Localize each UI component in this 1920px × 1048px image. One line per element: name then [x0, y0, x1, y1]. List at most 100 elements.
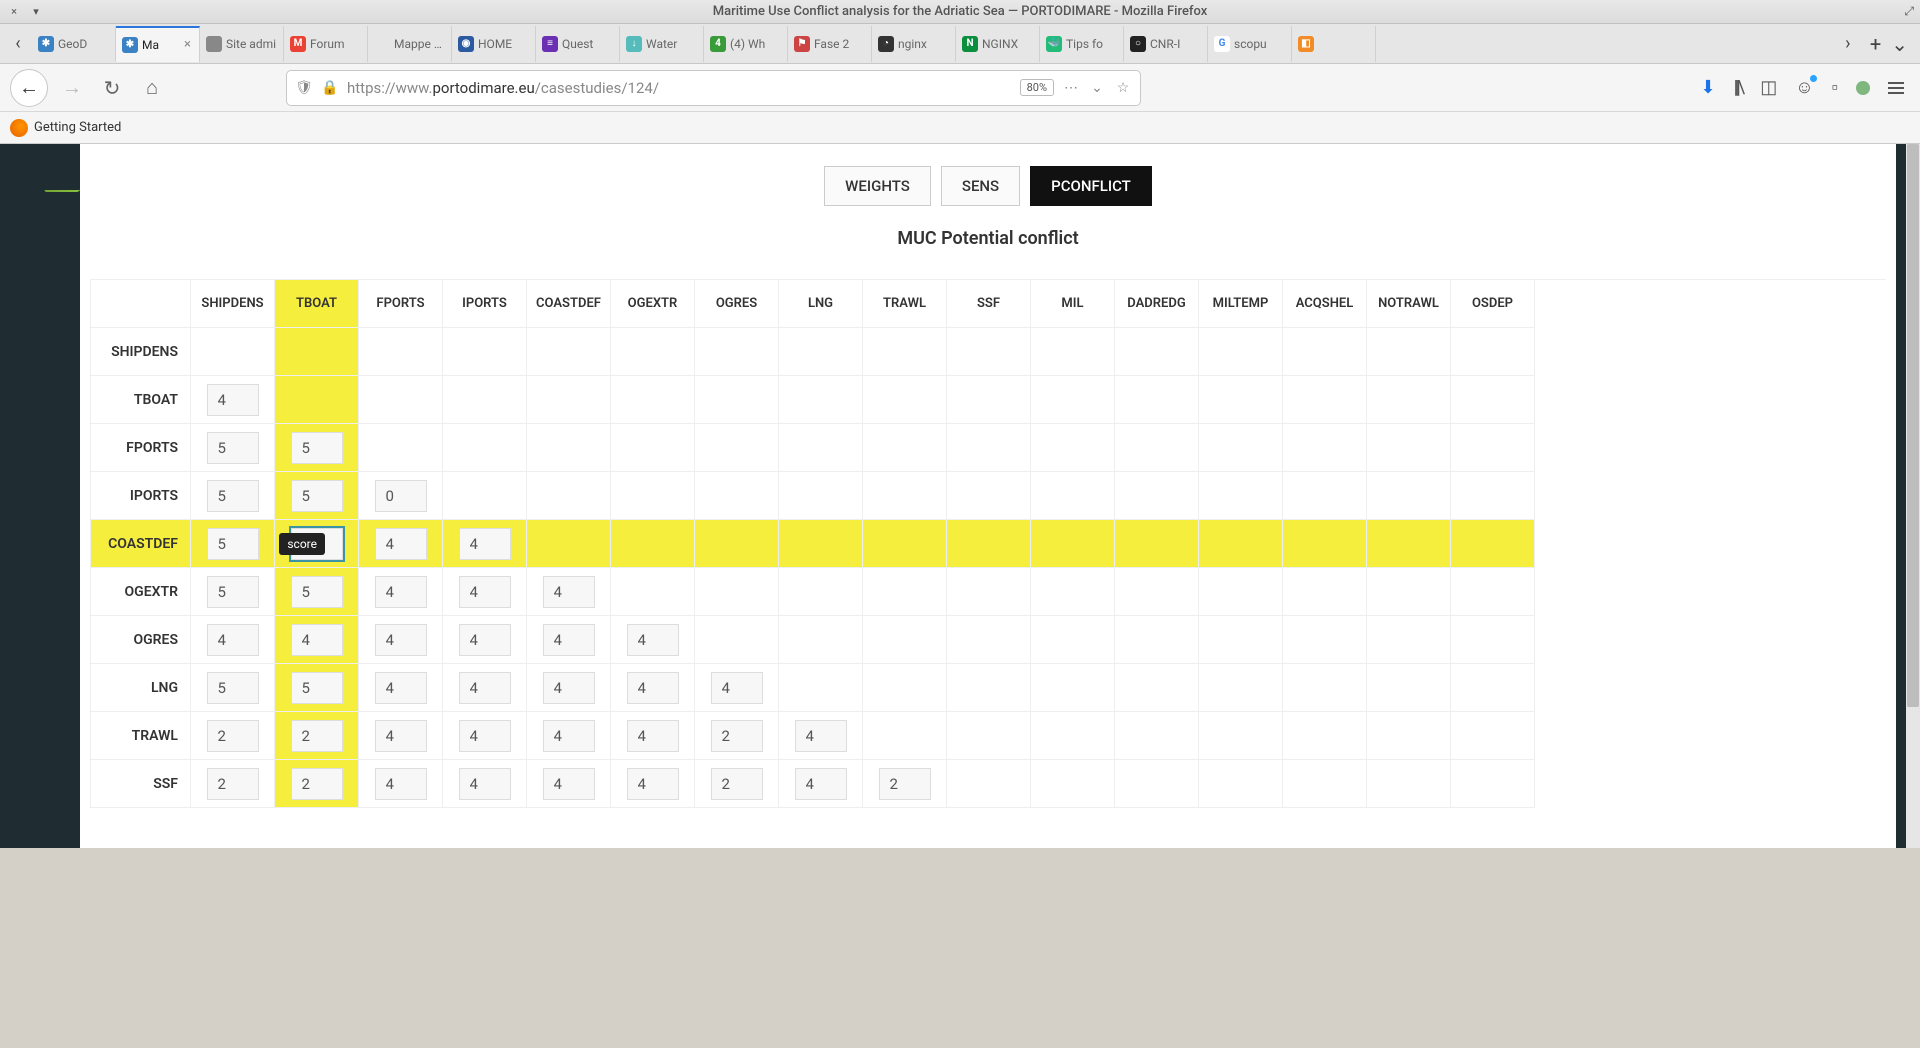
- matrix-score-input[interactable]: [459, 672, 511, 704]
- browser-tab[interactable]: 🐳Tips fo: [1040, 26, 1124, 62]
- matrix-score-input[interactable]: [375, 576, 427, 608]
- matrix-score-input[interactable]: [375, 528, 427, 560]
- browser-tab[interactable]: Gscopu: [1208, 26, 1292, 62]
- matrix-score-input[interactable]: [291, 624, 343, 656]
- matrix-score-input[interactable]: [459, 576, 511, 608]
- browser-tab[interactable]: ↓Water: [620, 26, 704, 62]
- matrix-score-input[interactable]: [207, 672, 259, 704]
- browser-tab[interactable]: ✱Ma×: [116, 26, 200, 62]
- matrix-cell: [1283, 568, 1367, 616]
- library-icon[interactable]: |||\: [1734, 77, 1743, 98]
- window-minimize-button[interactable]: ▾: [30, 6, 42, 18]
- matrix-score-input[interactable]: [879, 768, 931, 800]
- browser-tab[interactable]: ◧: [1292, 26, 1376, 62]
- matrix-score-input[interactable]: [627, 720, 679, 752]
- matrix-score-input[interactable]: [627, 672, 679, 704]
- matrix-score-input[interactable]: [291, 480, 343, 512]
- browser-tab[interactable]: ≡Quest: [536, 26, 620, 62]
- page-actions-icon[interactable]: ⋯: [1062, 79, 1080, 97]
- matrix-score-input[interactable]: [627, 768, 679, 800]
- matrix-cell: [1199, 328, 1283, 376]
- pocket-icon[interactable]: ⌄: [1088, 79, 1106, 97]
- bookmark-item[interactable]: Getting Started: [34, 120, 121, 135]
- sidebar-icon[interactable]: ◫: [1760, 77, 1777, 98]
- matrix-score-input[interactable]: [375, 720, 427, 752]
- downloads-icon[interactable]: ⬇: [1701, 77, 1716, 98]
- matrix-score-input[interactable]: [543, 624, 595, 656]
- browser-tab[interactable]: ○CNR-I: [1124, 26, 1208, 62]
- matrix-score-input[interactable]: [795, 768, 847, 800]
- matrix-score-input[interactable]: [459, 720, 511, 752]
- tab-favicon-icon: G: [1214, 36, 1230, 52]
- matrix-score-input[interactable]: [711, 672, 763, 704]
- tab-close-button[interactable]: ×: [182, 37, 193, 52]
- tab-scroll-left[interactable]: ‹: [4, 30, 32, 58]
- matrix-score-input[interactable]: [207, 624, 259, 656]
- matrix-score-input[interactable]: [375, 624, 427, 656]
- matrix-score-input[interactable]: [207, 432, 259, 464]
- browser-tab[interactable]: Site admi: [200, 26, 284, 62]
- app-menu-button[interactable]: [1888, 82, 1904, 94]
- matrix-score-input[interactable]: [375, 672, 427, 704]
- all-tabs-button[interactable]: ⌄: [1891, 32, 1908, 56]
- window-maximize-button[interactable]: ⤢: [1904, 4, 1914, 19]
- matrix-score-input[interactable]: [207, 576, 259, 608]
- window-close-button[interactable]: ×: [8, 6, 20, 18]
- page-scrollbar[interactable]: [1906, 144, 1920, 848]
- analysis-tab[interactable]: WEIGHTS: [824, 166, 931, 206]
- matrix-cell: [1031, 472, 1115, 520]
- matrix-score-input[interactable]: [291, 672, 343, 704]
- nav-home-button[interactable]: ⌂: [136, 72, 168, 104]
- nav-back-button[interactable]: ←: [10, 69, 48, 107]
- matrix-score-input[interactable]: [207, 528, 259, 560]
- tab-favicon-icon: N: [962, 36, 978, 52]
- browser-tab[interactable]: ✱GeoD: [32, 26, 116, 62]
- matrix-score-input[interactable]: [291, 576, 343, 608]
- matrix-score-input[interactable]: [207, 720, 259, 752]
- matrix-cell: [947, 616, 1031, 664]
- browser-tab[interactable]: ◉HOME: [452, 26, 536, 62]
- matrix-score-input[interactable]: [543, 720, 595, 752]
- nav-reload-button[interactable]: ↻: [96, 72, 128, 104]
- status-dot-icon: [1856, 81, 1870, 95]
- matrix-score-input[interactable]: [543, 672, 595, 704]
- browser-tab[interactable]: MForum: [284, 26, 368, 62]
- matrix-cell: [1451, 616, 1535, 664]
- new-tab-button[interactable]: +: [1870, 32, 1881, 56]
- matrix-score-input[interactable]: [459, 624, 511, 656]
- matrix-score-input[interactable]: [375, 768, 427, 800]
- matrix-score-input[interactable]: [207, 480, 259, 512]
- browser-tab[interactable]: NNGINX: [956, 26, 1040, 62]
- matrix-cell: [1031, 568, 1115, 616]
- browser-tab[interactable]: ◔nginx: [872, 26, 956, 62]
- matrix-score-input[interactable]: [627, 624, 679, 656]
- matrix-score-input[interactable]: [543, 576, 595, 608]
- matrix-cell: [1199, 520, 1283, 568]
- browser-tab[interactable]: Mappe ge: [368, 26, 452, 62]
- matrix-score-input[interactable]: [711, 768, 763, 800]
- matrix-score-input[interactable]: [291, 432, 343, 464]
- matrix-score-input[interactable]: [291, 720, 343, 752]
- matrix-score-input[interactable]: [459, 768, 511, 800]
- matrix-score-input[interactable]: [543, 768, 595, 800]
- save-page-icon[interactable]: ▫: [1832, 77, 1838, 98]
- matrix-score-input[interactable]: [207, 384, 259, 416]
- matrix-score-input[interactable]: [291, 768, 343, 800]
- analysis-tab[interactable]: SENS: [941, 166, 1020, 206]
- zoom-badge[interactable]: 80%: [1020, 79, 1054, 96]
- matrix-score-input[interactable]: [459, 528, 511, 560]
- address-bar[interactable]: 🛡 🔒 https://www.portodimare.eu/casestudi…: [286, 70, 1141, 106]
- tab-favicon-icon: 🐳: [1046, 36, 1062, 52]
- matrix-cell: [1451, 472, 1535, 520]
- account-icon[interactable]: ☺: [1795, 77, 1813, 98]
- matrix-score-input[interactable]: [795, 720, 847, 752]
- tab-scroll-right[interactable]: ›: [1834, 30, 1862, 58]
- browser-tab[interactable]: ⚑Fase 2: [788, 26, 872, 62]
- matrix-cell: [611, 712, 695, 760]
- bookmark-star-icon[interactable]: ☆: [1114, 79, 1132, 97]
- matrix-score-input[interactable]: [207, 768, 259, 800]
- analysis-tab[interactable]: PCONFLICT: [1030, 166, 1152, 206]
- matrix-score-input[interactable]: [375, 480, 427, 512]
- matrix-score-input[interactable]: [711, 720, 763, 752]
- browser-tab[interactable]: 4(4) Wh: [704, 26, 788, 62]
